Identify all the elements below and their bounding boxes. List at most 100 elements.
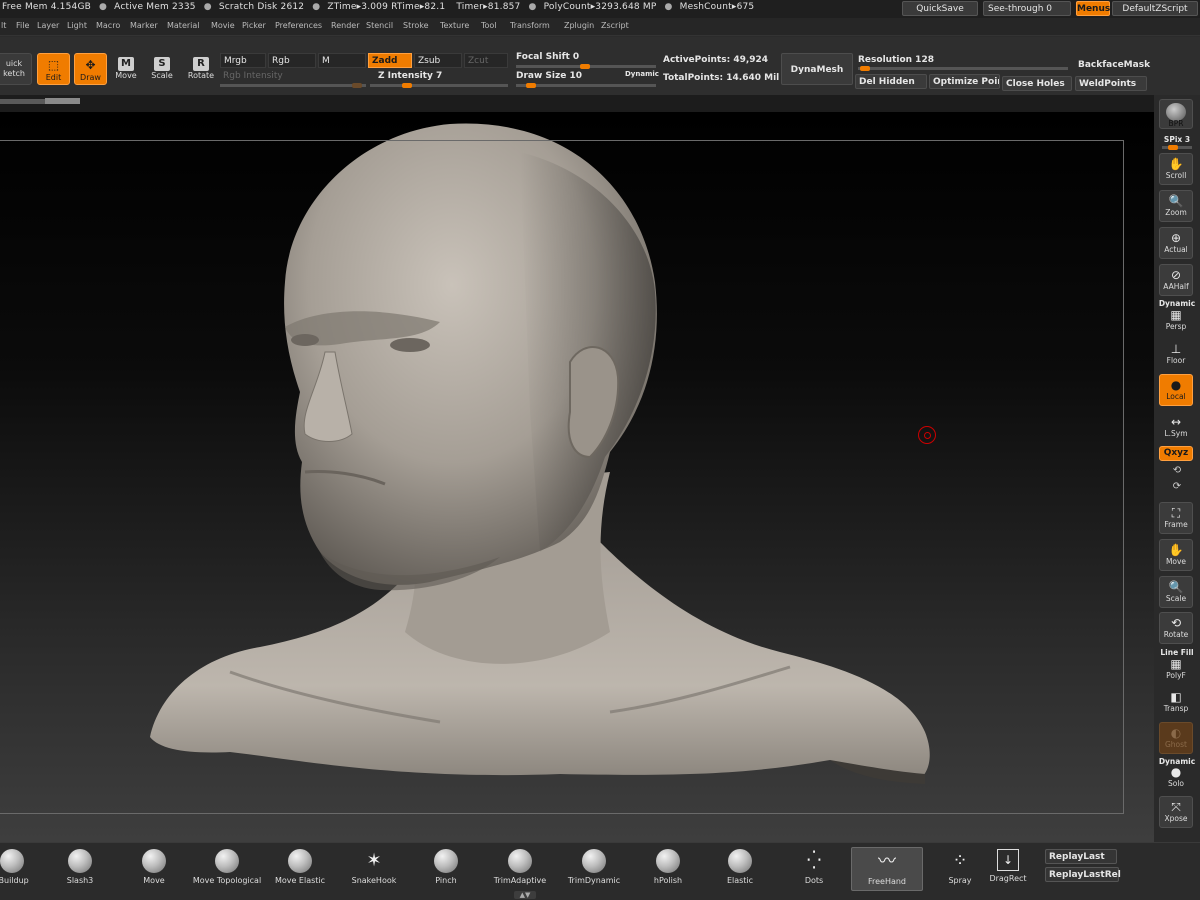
quick-sketch-button[interactable]: uick ketch	[0, 53, 32, 85]
rotate-mode-button[interactable]: R Rotate	[186, 57, 216, 80]
zsub-toggle[interactable]: Zsub	[414, 53, 462, 68]
menu-render[interactable]: Render	[331, 21, 359, 30]
see-through-slider[interactable]: See-through 0	[983, 1, 1071, 16]
optimize-points-button[interactable]: Optimize Poin	[929, 74, 1000, 89]
menu-layer[interactable]: Layer	[37, 21, 59, 30]
m-toggle[interactable]: M	[318, 53, 366, 68]
stroke-dragrect[interactable]: ↓ DragRect	[986, 847, 1030, 891]
dynamic-persp-label[interactable]: Dynamic	[1154, 299, 1200, 308]
progress-thumb[interactable]	[45, 98, 80, 104]
replay-last-rel-button[interactable]: ReplayLastRel	[1045, 867, 1121, 882]
zcut-toggle[interactable]: Zcut	[464, 53, 508, 68]
xpose-button[interactable]: ⤧ Xpose	[1159, 796, 1193, 828]
brush-move[interactable]: Move	[132, 847, 176, 891]
z-intensity-slider[interactable]	[370, 83, 508, 88]
rgb-intensity-knob[interactable]	[352, 83, 362, 88]
focal-shift-slider[interactable]	[516, 64, 656, 69]
brush-pinch[interactable]: Pinch	[424, 847, 468, 891]
stroke-dots[interactable]: ⁛ Dots	[792, 847, 836, 891]
menu-stencil[interactable]: Stencil	[366, 21, 393, 30]
menu-preferences[interactable]: Preferences	[275, 21, 322, 30]
polyf-button[interactable]: ▦ PolyF	[1159, 657, 1193, 683]
menus-button[interactable]: Menus	[1076, 1, 1110, 16]
persp-button[interactable]: ▦ Persp	[1159, 308, 1193, 332]
replay-last-button[interactable]: ReplayLast	[1045, 849, 1117, 864]
menu-zscript[interactable]: Zscript	[601, 21, 629, 30]
bpr-button[interactable]: BPR	[1159, 99, 1193, 129]
zoom-button[interactable]: 🔍 Zoom	[1159, 190, 1193, 222]
scale-view-button[interactable]: 🔍 Scale	[1159, 576, 1193, 608]
spix-label[interactable]: SPix 3	[1154, 135, 1200, 144]
quicksave-button[interactable]: QuickSave	[902, 1, 978, 16]
draw-size-knob[interactable]	[526, 83, 536, 88]
brush-move-elastic[interactable]: Move Elastic	[270, 847, 330, 891]
z-intensity-knob[interactable]	[402, 83, 412, 88]
rgb-intensity-track[interactable]	[220, 83, 366, 88]
zadd-toggle[interactable]: Zadd	[368, 53, 412, 68]
stroke-spray[interactable]: ⁘ Spray	[938, 847, 982, 891]
menu-transform[interactable]: Transform	[510, 21, 550, 30]
backface-mask-toggle[interactable]: BackfaceMask	[1078, 60, 1150, 70]
draw-button[interactable]: ✥ Draw	[74, 53, 107, 85]
rgb-toggle[interactable]: Rgb	[268, 53, 316, 68]
frame-button[interactable]: ⛶ Frame	[1159, 502, 1193, 534]
brush-buildup[interactable]: rBuildup	[0, 847, 32, 891]
transp-icon: ◧	[1170, 690, 1182, 704]
weld-points-button[interactable]: WeldPoints	[1075, 76, 1147, 91]
brush-move-topological[interactable]: Move Topological	[192, 847, 262, 891]
menu-material[interactable]: Material	[167, 21, 200, 30]
canvas-viewport[interactable]	[0, 112, 1154, 842]
line-fill-label[interactable]: Line Fill	[1154, 648, 1200, 657]
brush-trim-dynamic[interactable]: TrimDynamic	[562, 847, 626, 891]
move-mode-button[interactable]: M Move	[113, 57, 139, 80]
brush-snakehook[interactable]: ✶ SnakeHook	[345, 847, 403, 891]
lsym-button[interactable]: ↔ L.Sym	[1159, 415, 1193, 441]
menu-tool[interactable]: Tool	[481, 21, 497, 30]
menu-stroke[interactable]: Stroke	[403, 21, 429, 30]
stroke-freehand[interactable]: 〰 FreeHand	[851, 847, 923, 891]
menu-texture[interactable]: Texture	[440, 21, 469, 30]
menu-macro[interactable]: Macro	[96, 21, 120, 30]
rgb-intensity-slider[interactable]: Rgb Intensity	[220, 69, 366, 84]
brush-trim-adaptive[interactable]: TrimAdaptive	[488, 847, 552, 891]
dynamic-draw-size-toggle[interactable]: Dynamic	[625, 70, 659, 78]
focal-shift-knob[interactable]	[580, 64, 590, 69]
draw-size-slider[interactable]	[516, 83, 656, 88]
local-button[interactable]: ● Local	[1159, 374, 1193, 406]
brush-elastic[interactable]: Elastic	[718, 847, 762, 891]
resolution-slider[interactable]	[858, 66, 1068, 71]
edit-button[interactable]: ⬚ Edit	[37, 53, 70, 85]
menu-picker[interactable]: Picker	[242, 21, 266, 30]
rotate-y-icon[interactable]: ⟲	[1154, 465, 1200, 476]
move-view-button[interactable]: ✋ Move	[1159, 539, 1193, 571]
del-hidden-button[interactable]: Del Hidden	[855, 74, 927, 89]
default-zscript-button[interactable]: DefaultZScript	[1112, 1, 1198, 16]
spix-slider[interactable]	[1162, 145, 1192, 150]
resolution-knob[interactable]	[860, 66, 870, 71]
rotate-z-icon[interactable]: ⟳	[1154, 481, 1200, 492]
shelf-collapse-arrow-icon[interactable]: ▲▼	[514, 891, 536, 899]
resolution-label[interactable]: Resolution 128	[858, 55, 934, 65]
scroll-button[interactable]: ✋ Scroll	[1159, 153, 1193, 185]
menu-marker[interactable]: Marker	[130, 21, 158, 30]
spix-knob[interactable]	[1168, 145, 1178, 150]
solo-button[interactable]: ● Solo	[1159, 765, 1193, 791]
brush-slash3[interactable]: Slash3	[58, 847, 102, 891]
rotate-view-button[interactable]: ⟲ Rotate	[1159, 612, 1193, 644]
scale-mode-button[interactable]: S Scale	[149, 57, 175, 80]
mrgb-toggle[interactable]: Mrgb	[220, 53, 266, 68]
close-holes-button[interactable]: Close Holes	[1002, 76, 1072, 91]
ghost-button[interactable]: ◐ Ghost	[1159, 722, 1193, 754]
brush-hpolish[interactable]: hPolish	[646, 847, 690, 891]
menu-zplugin[interactable]: Zplugin	[564, 21, 594, 30]
menu-movie[interactable]: Movie	[211, 21, 235, 30]
aahalf-button[interactable]: ⊘ AAHalf	[1159, 264, 1193, 296]
transp-button[interactable]: ◧ Transp	[1159, 687, 1193, 717]
menu-alpha[interactable]: lt	[1, 21, 6, 30]
menu-light[interactable]: Light	[67, 21, 87, 30]
actual-button[interactable]: ⊕ Actual	[1159, 227, 1193, 259]
dynamesh-button[interactable]: DynaMesh	[781, 53, 853, 85]
menu-file[interactable]: File	[16, 21, 29, 30]
xyz-toggle[interactable]: Qxyz	[1159, 446, 1193, 461]
floor-button[interactable]: ⊥ Floor	[1159, 339, 1193, 367]
